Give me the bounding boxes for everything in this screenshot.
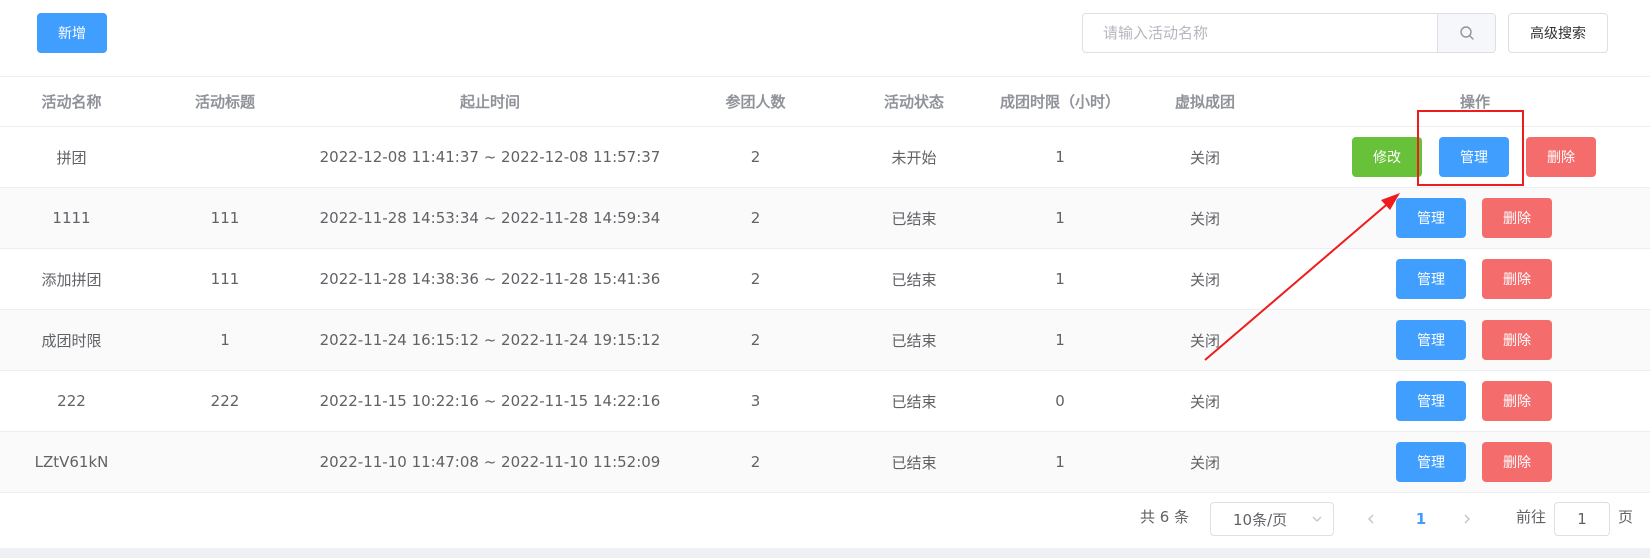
delete-button[interactable]: 删除 <box>1526 137 1596 177</box>
cell-title: 1 <box>220 331 230 349</box>
cell-count: 2 <box>750 331 761 349</box>
cell-virtual: 关闭 <box>1189 148 1220 167</box>
cell-count: 2 <box>750 453 761 471</box>
page-number-current[interactable]: 1 <box>1406 504 1436 534</box>
edit-button[interactable]: 修改 <box>1352 137 1422 177</box>
column-header-virtual: 虚拟成团 <box>1174 93 1235 111</box>
cell-time: 2022-11-28 14:53:34 ~ 2022-11-28 14:59:3… <box>319 209 661 227</box>
manage-button[interactable]: 管理 <box>1396 381 1466 421</box>
table-row: 拼团 2022-12-08 11:41:37 ~ 2022-12-08 11:5… <box>0 127 1650 188</box>
manage-button[interactable]: 管理 <box>1396 198 1466 238</box>
column-header-time: 起止时间 <box>459 93 520 111</box>
cell-status: 未开始 <box>891 148 937 167</box>
advanced-search-button[interactable]: 高级搜索 <box>1508 13 1608 53</box>
cell-limit: 1 <box>1055 270 1065 288</box>
cell-virtual: 关闭 <box>1189 209 1220 228</box>
cell-status: 已结束 <box>891 270 937 289</box>
cell-limit: 1 <box>1055 209 1065 227</box>
page-size-value: 10条/页 <box>1233 510 1288 529</box>
cell-title: 111 <box>210 209 240 227</box>
prev-page-button[interactable] <box>1356 504 1386 534</box>
cell-limit: 0 <box>1055 392 1065 410</box>
goto-label-suffix: 页 <box>1618 508 1634 526</box>
table-row: 222 222 2022-11-15 10:22:16 ~ 2022-11-15… <box>0 371 1650 432</box>
cell-title <box>143 127 307 187</box>
cell-name: 1111 <box>52 209 91 227</box>
manage-button[interactable]: 管理 <box>1396 259 1466 299</box>
manage-button[interactable]: 管理 <box>1396 320 1466 360</box>
column-header-name: 活动名称 <box>41 93 102 111</box>
cell-name: 添加拼团 <box>41 270 102 289</box>
delete-button[interactable]: 删除 <box>1482 198 1552 238</box>
add-button[interactable]: 新增 <box>37 13 107 53</box>
chevron-left-icon <box>1368 514 1374 524</box>
cell-time: 2022-11-10 11:47:08 ~ 2022-11-10 11:52:0… <box>319 453 661 471</box>
cell-count: 2 <box>750 148 761 166</box>
cell-virtual: 关闭 <box>1189 392 1220 411</box>
search-icon <box>1459 26 1474 40</box>
cell-name: 222 <box>57 392 86 410</box>
table-header: 活动名称 活动标题 起止时间 参团人数 活动状态 成团时限（小时） 虚拟成团 操… <box>0 76 1650 127</box>
cell-name: 成团时限 <box>41 331 102 350</box>
cell-limit: 1 <box>1055 453 1065 471</box>
cell-title <box>143 432 307 492</box>
cell-count: 2 <box>750 270 761 288</box>
search-button[interactable] <box>1437 14 1495 52</box>
table-row: 成团时限 1 2022-11-24 16:15:12 ~ 2022-11-24 … <box>0 310 1650 371</box>
manage-button[interactable]: 管理 <box>1396 442 1466 482</box>
pagination-total: 共 6 条 <box>1140 508 1190 526</box>
cell-status: 已结束 <box>891 392 937 411</box>
cell-time: 2022-12-08 11:41:37 ~ 2022-12-08 11:57:3… <box>319 148 661 166</box>
search-box <box>1082 13 1496 53</box>
column-header-count: 参团人数 <box>725 93 786 111</box>
cell-title: 111 <box>210 270 240 288</box>
chevron-down-icon <box>1312 516 1322 522</box>
delete-button[interactable]: 删除 <box>1482 259 1552 299</box>
delete-button[interactable]: 删除 <box>1482 442 1552 482</box>
table-row: 添加拼团 111 2022-11-28 14:38:36 ~ 2022-11-2… <box>0 249 1650 310</box>
goto-page-input[interactable] <box>1554 502 1610 536</box>
cell-title: 222 <box>210 392 240 410</box>
cell-limit: 1 <box>1055 331 1065 349</box>
cell-status: 已结束 <box>891 453 937 472</box>
cell-status: 已结束 <box>891 331 937 350</box>
cell-time: 2022-11-15 10:22:16 ~ 2022-11-15 14:22:1… <box>319 392 661 410</box>
cell-time: 2022-11-28 14:38:36 ~ 2022-11-28 15:41:3… <box>319 270 661 288</box>
cell-virtual: 关闭 <box>1189 270 1220 289</box>
table-row: LZtV61kN 2022-11-10 11:47:08 ~ 2022-11-1… <box>0 432 1650 493</box>
cell-count: 2 <box>750 209 761 227</box>
cell-name: 拼团 <box>56 148 87 167</box>
cell-status: 已结束 <box>891 209 937 228</box>
cell-name: LZtV61kN <box>34 453 109 471</box>
activity-table: 活动名称 活动标题 起止时间 参团人数 活动状态 成团时限（小时） 虚拟成团 操… <box>0 76 1650 493</box>
next-page-button[interactable] <box>1452 504 1482 534</box>
column-header-operations: 操作 <box>1459 93 1490 111</box>
bottom-bar <box>0 548 1650 558</box>
search-input[interactable] <box>1083 14 1437 52</box>
cell-time: 2022-11-24 16:15:12 ~ 2022-11-24 19:15:1… <box>319 331 661 349</box>
table-row: 1111 111 2022-11-28 14:53:34 ~ 2022-11-2… <box>0 188 1650 249</box>
goto-label-prefix: 前往 <box>1516 508 1547 526</box>
delete-button[interactable]: 删除 <box>1482 381 1552 421</box>
page-size-select[interactable]: 10条/页 <box>1210 502 1334 536</box>
column-header-limit: 成团时限（小时） <box>999 93 1120 111</box>
pagination: 共 6 条 10条/页 1 前往 页 <box>0 492 1650 544</box>
cell-virtual: 关闭 <box>1189 453 1220 472</box>
chevron-right-icon <box>1464 514 1470 524</box>
activity-list-page: 新增 高级搜索 活动名称 活动标题 起止时间 参团人数 活动状态 成团时限（小时… <box>0 0 1650 558</box>
cell-virtual: 关闭 <box>1189 331 1220 350</box>
manage-button[interactable]: 管理 <box>1439 137 1509 177</box>
delete-button[interactable]: 删除 <box>1482 320 1552 360</box>
cell-count: 3 <box>750 392 761 410</box>
column-header-title: 活动标题 <box>194 93 255 111</box>
column-header-status: 活动状态 <box>883 93 944 111</box>
cell-limit: 1 <box>1055 148 1065 166</box>
